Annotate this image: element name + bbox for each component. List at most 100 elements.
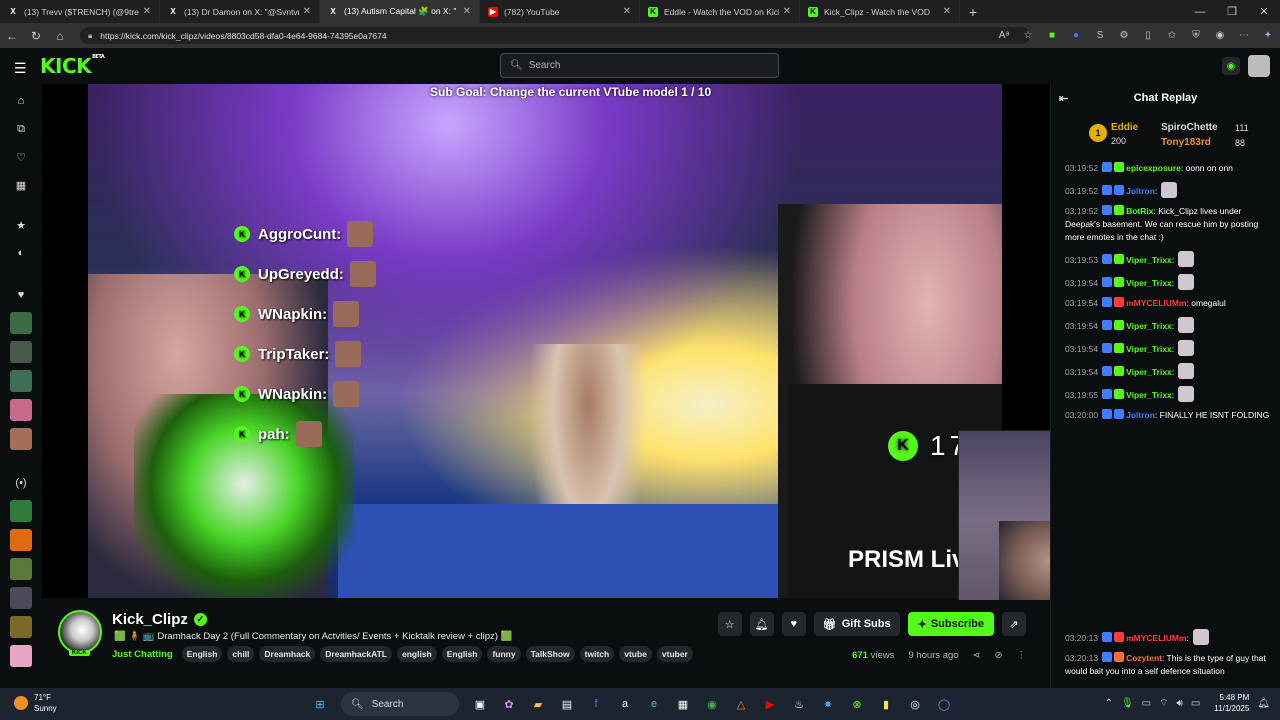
tag[interactable]: DreamhackATL bbox=[320, 646, 392, 662]
edge-icon[interactable]: e bbox=[642, 692, 666, 716]
profile-icon[interactable]: ◉ bbox=[1208, 30, 1232, 41]
followed-channel-avatar[interactable] bbox=[10, 370, 32, 392]
chevron-up-icon[interactable]: ⌃ bbox=[1105, 698, 1113, 709]
tag[interactable]: TalkShow bbox=[525, 646, 575, 662]
share-icon[interactable]: ⋖ bbox=[973, 650, 981, 661]
store-icon[interactable]: ▤ bbox=[555, 692, 579, 716]
xbox-icon[interactable]: ⊗ bbox=[845, 692, 869, 716]
message-username[interactable]: Viper_Trixx bbox=[1126, 278, 1172, 288]
facebook-icon[interactable]: f bbox=[584, 692, 608, 716]
browser-tab[interactable]: X (13) Dr Damon on X: "@Svntvmr ✕ bbox=[160, 0, 320, 23]
recommended-channel-avatar[interactable] bbox=[10, 616, 32, 638]
leaderboard-name[interactable]: Eddie bbox=[1111, 122, 1138, 133]
user-avatar[interactable] bbox=[1248, 55, 1270, 77]
maximize-icon[interactable]: ❐ bbox=[1216, 5, 1248, 18]
message-username[interactable]: mMYCELIUMm bbox=[1126, 633, 1186, 643]
message-username[interactable]: Viper_Trixx bbox=[1126, 255, 1172, 265]
taskbar-search[interactable]: 🔍︎ Search bbox=[341, 692, 459, 716]
browser-tab[interactable]: K Eddie - Watch the VOD on Kick ✕ bbox=[640, 0, 800, 23]
notifications-icon[interactable]: 🔔︎ bbox=[1257, 698, 1270, 709]
read-aloud-icon[interactable]: Aᵃ bbox=[992, 30, 1016, 41]
kick-coin-icon[interactable]: ◉ bbox=[1222, 57, 1240, 75]
recommended-icon[interactable]: ◐ bbox=[10, 242, 32, 264]
more-icon[interactable]: ⋯ bbox=[1232, 30, 1256, 41]
close-icon[interactable]: ✕ bbox=[943, 6, 951, 17]
browser-tab-active[interactable]: X (13) Autism Capital 🧩 on X: " ✕ bbox=[320, 0, 480, 23]
extensions-puzzle-icon[interactable]: ⚙ bbox=[1112, 30, 1136, 41]
message-username[interactable]: BotRix bbox=[1126, 206, 1153, 216]
leaderboard-name[interactable]: SpiroChette bbox=[1161, 122, 1218, 133]
menu-icon[interactable]: ☰ bbox=[14, 60, 27, 77]
followed-channel-avatar[interactable] bbox=[10, 399, 32, 421]
following-heart-icon[interactable]: ♡ bbox=[10, 146, 32, 168]
leaderboard-name[interactable]: Tony183rd bbox=[1161, 137, 1211, 148]
subscribe-button[interactable]: ✦ Subscribe bbox=[907, 612, 994, 636]
copilot-icon[interactable]: ✿ bbox=[497, 692, 521, 716]
close-icon[interactable]: ✕ bbox=[143, 6, 151, 17]
categories-icon[interactable]: ▦ bbox=[10, 174, 32, 196]
tag[interactable]: funny bbox=[487, 646, 521, 662]
home-icon[interactable]: ⌂ bbox=[10, 90, 32, 112]
live-icon[interactable]: (•) bbox=[10, 472, 32, 494]
followed-channel-avatar[interactable] bbox=[10, 312, 32, 334]
task-view-icon[interactable]: ▣ bbox=[468, 692, 492, 716]
message-username[interactable]: Viper_Trixx bbox=[1126, 344, 1172, 354]
tag[interactable]: chill bbox=[227, 646, 255, 662]
message-username[interactable]: Cozytent bbox=[1126, 653, 1162, 663]
close-icon[interactable]: ✕ bbox=[303, 6, 311, 17]
tag[interactable]: English bbox=[441, 646, 483, 662]
minimize-icon[interactable]: — bbox=[1184, 6, 1216, 18]
channel-name[interactable]: Kick_Clipz ✓ bbox=[112, 611, 207, 628]
browser-tab[interactable]: ▶ (782) YouTube ✕ bbox=[480, 0, 640, 23]
split-screen-icon[interactable]: ▯ bbox=[1136, 30, 1160, 41]
channel-avatar[interactable]: KICK bbox=[58, 610, 102, 656]
tag[interactable]: vtube bbox=[619, 646, 652, 662]
star-icon[interactable]: ★ bbox=[10, 214, 32, 236]
weather-widget[interactable]: 71°F Sunny bbox=[14, 692, 57, 714]
star-button[interactable]: ☆ bbox=[717, 612, 742, 636]
extension-blue-icon[interactable]: ● bbox=[1064, 30, 1088, 41]
recommended-channel-avatar[interactable] bbox=[10, 587, 32, 609]
youtube-icon[interactable]: ▶ bbox=[758, 692, 782, 716]
more-options-icon[interactable]: ⋮ bbox=[1017, 650, 1027, 661]
message-username[interactable]: Viper_Trixx bbox=[1126, 390, 1172, 400]
recommended-channel-avatar[interactable] bbox=[10, 500, 32, 522]
copilot-icon[interactable]: ✦ bbox=[1256, 30, 1280, 41]
network-icon[interactable]: ⌔ bbox=[1159, 697, 1168, 710]
kick-logo[interactable]: KICKBETA bbox=[40, 54, 105, 78]
message-username[interactable]: epicexposure bbox=[1126, 163, 1181, 173]
steam-icon[interactable]: ♨ bbox=[787, 692, 811, 716]
tag[interactable]: english bbox=[397, 646, 437, 662]
heart-icon[interactable]: ♥ bbox=[10, 284, 32, 306]
vlc-icon[interactable]: △ bbox=[729, 692, 753, 716]
url-field[interactable]: 🔒︎ https://kick.com/kick_clipz/videos/88… bbox=[80, 27, 1030, 44]
tag[interactable]: English bbox=[181, 646, 223, 662]
browse-icon[interactable]: ⧉ bbox=[10, 118, 32, 140]
obs-icon[interactable]: ◎ bbox=[903, 692, 927, 716]
close-icon[interactable]: ✕ bbox=[463, 6, 471, 17]
share-external-button[interactable]: ⇗ bbox=[1002, 612, 1026, 636]
follow-heart-button[interactable]: ♥ bbox=[781, 612, 806, 636]
category-link[interactable]: Just Chatting bbox=[112, 649, 173, 660]
message-username[interactable]: Viper_Trixx bbox=[1126, 367, 1172, 377]
tag[interactable]: Dreamhack bbox=[259, 646, 316, 662]
close-icon[interactable]: ✕ bbox=[783, 6, 791, 17]
extension-green-icon[interactable]: ■ bbox=[1040, 30, 1064, 41]
followed-channel-avatar[interactable] bbox=[10, 428, 32, 450]
new-tab-button[interactable]: + bbox=[960, 4, 986, 20]
app-circle-icon[interactable]: ◯ bbox=[932, 692, 956, 716]
recommended-channel-avatar[interactable] bbox=[10, 558, 32, 580]
recommended-channel-avatar[interactable] bbox=[10, 529, 32, 551]
amazon-icon[interactable]: a bbox=[613, 692, 637, 716]
clock[interactable]: 5:48 PM 11/1/2025 bbox=[1214, 692, 1249, 714]
hide-icon[interactable]: ⊘ bbox=[995, 650, 1003, 661]
notification-bell-button[interactable]: 🔔︎ bbox=[749, 612, 774, 636]
message-username[interactable]: Joltron bbox=[1126, 410, 1155, 420]
notes-icon[interactable]: ▮ bbox=[874, 692, 898, 716]
browser-tab[interactable]: K Kick_Clipz - Watch the VOD ✕ bbox=[800, 0, 960, 23]
followed-channel-avatar[interactable] bbox=[10, 341, 32, 363]
browser-tab[interactable]: X (13) Trevv ($TRENCH) (@9trevv) / ✕ bbox=[0, 0, 160, 23]
display-icon[interactable]: ▭ bbox=[1142, 698, 1151, 709]
video-player[interactable]: Sub Goal: Change the current VTube model… bbox=[42, 84, 1050, 598]
favorites-icon[interactable]: ✩ bbox=[1160, 30, 1184, 41]
